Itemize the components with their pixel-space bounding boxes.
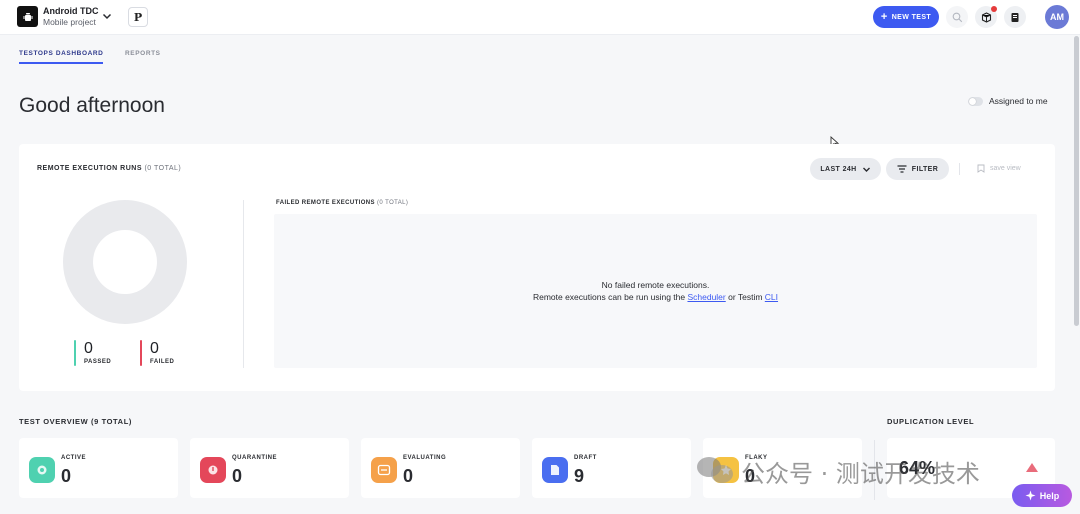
save-view-label: save view <box>990 165 1021 172</box>
arrow-up-icon <box>1026 463 1038 472</box>
chevron-down-icon <box>862 167 870 172</box>
notifications-button[interactable] <box>975 6 997 28</box>
overview-card-label: ACTIVE <box>61 455 87 461</box>
book-icon <box>1011 12 1019 22</box>
failed-label: FAILED <box>150 359 175 365</box>
remote-execution-title-text: REMOTE EXECUTION RUNS <box>37 165 143 172</box>
remote-execution-title: REMOTE EXECUTION RUNS (0 TOTAL) <box>37 165 181 172</box>
failed-executions-title: FAILED REMOTE EXECUTIONS (0 TOTAL) <box>276 200 408 206</box>
help-button[interactable]: Help <box>1012 484 1072 507</box>
active-icon <box>29 457 55 483</box>
wechat-icon <box>697 456 733 487</box>
section-divider <box>243 200 244 368</box>
passed-count: 0 <box>84 340 93 357</box>
tab-testops-dashboard[interactable]: TESTOPS DASHBOARD <box>19 50 104 64</box>
notification-dot <box>991 6 997 12</box>
duplication-level-title: DUPLICATION LEVEL <box>887 417 975 426</box>
docs-button[interactable] <box>1004 6 1026 28</box>
chevron-down-icon[interactable] <box>101 9 113 21</box>
bookmark-icon <box>977 164 985 173</box>
draft-icon <box>542 457 568 483</box>
watermark-text: 公众号 · 测试开发技术 <box>741 460 980 488</box>
assigned-to-me-label: Assigned to me <box>989 96 1048 106</box>
failed-executions-total: (0 TOTAL) <box>377 200 409 206</box>
overview-card-quarantine[interactable]: QUARANTINE 0 <box>190 438 349 498</box>
filter-icon <box>897 165 907 173</box>
test-overview-title: TEST OVERVIEW (9 TOTAL) <box>19 417 132 426</box>
project-badge[interactable]: P <box>128 7 148 27</box>
toolbar-divider <box>959 163 960 175</box>
overview-card-value: 0 <box>403 466 414 486</box>
new-test-label: NEW TEST <box>891 13 932 21</box>
overview-card-label: DRAFT <box>574 455 597 461</box>
evaluating-icon <box>371 457 397 483</box>
empty-state-message: No failed remote executions. <box>601 280 710 290</box>
cli-link[interactable]: CLI <box>765 292 778 302</box>
time-range-label: LAST 24H <box>820 165 857 173</box>
page-title: Good afternoon <box>19 94 165 117</box>
project-type: Mobile project <box>43 17 96 27</box>
watermark: 公众号 · 测试开发技术 <box>697 454 980 489</box>
scheduler-link[interactable]: Scheduler <box>687 292 725 302</box>
passed-label: PASSED <box>84 359 112 365</box>
sparkle-icon <box>1025 490 1036 501</box>
overview-card-label: EVALUATING <box>403 455 447 461</box>
project-name[interactable]: Android TDC <box>43 6 99 16</box>
assigned-to-me-toggle[interactable]: Assigned to me <box>968 96 1048 106</box>
remote-execution-total: (0 TOTAL) <box>144 165 182 172</box>
empty-state-hint: Remote executions can be run using the S… <box>274 292 1037 302</box>
new-test-button[interactable]: + NEW TEST <box>873 6 939 28</box>
overview-card-value: 9 <box>574 466 585 486</box>
overview-card-value: 0 <box>61 466 72 486</box>
failed-executions-title-text: FAILED REMOTE EXECUTIONS <box>276 200 375 206</box>
tab-reports[interactable]: REPORTS <box>125 50 161 57</box>
failed-count: 0 <box>150 340 159 357</box>
cube-icon <box>981 11 991 23</box>
failed-executions-empty-state: No failed remote executions. Remote exec… <box>274 214 1037 368</box>
quarantine-icon <box>200 457 226 483</box>
time-range-dropdown[interactable]: LAST 24H <box>810 158 881 180</box>
overview-card-evaluating[interactable]: EVALUATING 0 <box>361 438 520 498</box>
overview-card-label: QUARANTINE <box>232 455 277 461</box>
plus-icon: + <box>880 10 888 23</box>
failed-indicator <box>140 340 142 366</box>
top-bar: Android TDC Mobile project P + NEW TEST … <box>0 0 1080 35</box>
overview-card-value: 0 <box>232 466 243 486</box>
avatar[interactable]: AM <box>1045 5 1069 29</box>
search-button[interactable] <box>946 6 968 28</box>
overview-card-active[interactable]: ACTIVE 0 <box>19 438 178 498</box>
overview-card-draft[interactable]: DRAFT 9 <box>532 438 691 498</box>
toggle-switch[interactable] <box>968 96 983 106</box>
remote-execution-card: REMOTE EXECUTION RUNS (0 TOTAL) LAST 24H… <box>19 144 1055 391</box>
executions-donut-chart <box>63 200 187 324</box>
filter-label: FILTER <box>911 165 939 173</box>
scrollbar[interactable] <box>1074 36 1079 326</box>
save-view-button[interactable]: save view <box>977 164 1021 173</box>
filter-button[interactable]: FILTER <box>886 158 949 180</box>
android-icon[interactable] <box>17 6 38 27</box>
empty-hint-mid: or Testim <box>725 292 765 302</box>
help-label: Help <box>1039 490 1060 501</box>
search-icon <box>952 12 962 22</box>
passed-indicator <box>74 340 76 366</box>
empty-hint-prefix: Remote executions can be run using the <box>532 292 688 302</box>
